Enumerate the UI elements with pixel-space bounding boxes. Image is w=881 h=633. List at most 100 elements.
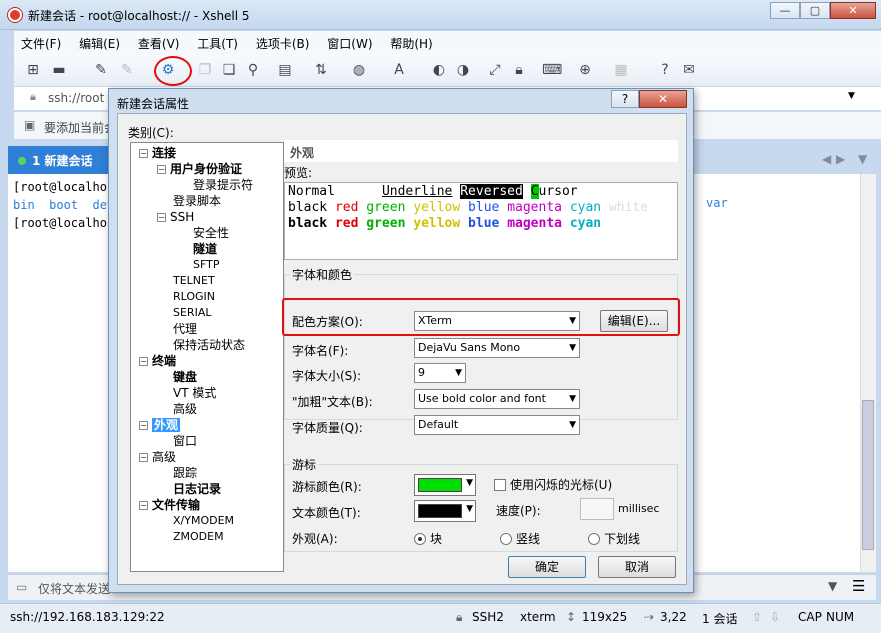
tree-keepalive[interactable]: 保持活动状态 [173,337,245,353]
keyboard-icon[interactable]: ⌨ [542,61,562,79]
collapse-icon[interactable]: − [157,165,166,174]
checkbox-box[interactable] [494,479,506,491]
menu-edit[interactable]: 编辑(E) [72,31,127,56]
category-tree[interactable]: − 连接 − 用户身份验证 登录提示符 登录脚本 − SSH 安全性 隧道 SFTP … [130,142,284,572]
cancel-button[interactable]: 取消 [598,556,676,578]
collapse-icon[interactable]: − [139,357,148,366]
tab-next-icon[interactable]: ▶ [836,152,845,166]
collapse-icon[interactable]: − [157,213,166,222]
tree-xymodem[interactable]: X/YMODEM [173,513,234,529]
tree-login-script[interactable]: 登录脚本 [173,193,221,209]
tab-session-1[interactable]: 1 新建会话 [8,146,108,174]
status-up-icon[interactable]: ⇧ [752,610,762,624]
minimize-button[interactable]: — [770,2,800,19]
tree-connection[interactable]: − 连接 [139,145,176,161]
tree-security[interactable]: 安全性 [193,225,229,241]
menu-tools[interactable]: 工具(T) [190,31,245,56]
collapse-icon[interactable]: − [139,149,148,158]
send-menu-icon[interactable]: ☰ [852,577,865,595]
shape-block-radio[interactable]: 块 [414,530,442,547]
dialog-help-button[interactable]: ? [611,90,639,108]
tree-sftp[interactable]: SFTP [193,257,219,273]
menu-window[interactable]: 窗口(W) [320,31,379,56]
menu-tabs[interactable]: 选项卡(B) [249,31,317,56]
shape-vline-radio[interactable]: 竖线 [500,530,540,547]
tree-trace[interactable]: 跟踪 [173,465,197,481]
tree-tunnel[interactable]: 隧道 [193,241,217,257]
tree-proxy[interactable]: 代理 [173,321,197,337]
transfer-icon[interactable]: ⇅ [312,61,330,79]
window-title: 新建会话 - root@localhost:// - Xshell 5 [28,9,250,23]
copy-icon[interactable]: ❐ [196,61,214,79]
find-icon[interactable]: ⚲ [244,61,262,79]
menu-file[interactable]: 文件(F) [14,31,68,56]
cursor-color-picker[interactable]: ▼ [414,474,476,496]
preview-cursor-rest: ursor [538,184,578,199]
collapse-icon[interactable]: − [139,453,148,462]
reconnect-icon[interactable]: ✎ [92,61,110,79]
ok-button[interactable]: 确定 [508,556,586,578]
menu-view[interactable]: 查看(V) [131,31,187,56]
text-color-picker[interactable]: ▼ [414,500,476,522]
bold-text-select[interactable]: Use bold color and font ▼ [414,389,580,409]
maximize-button[interactable]: ▢ [800,2,830,19]
xftp-icon[interactable]: ◐ [430,61,448,79]
new-tab-icon[interactable]: ⊕ [576,61,594,79]
blink-checkbox[interactable]: 使用闪烁的光标(U) [494,476,612,493]
print-icon[interactable]: ▤ [276,61,294,79]
new-session-icon[interactable]: ⊞ [24,61,42,79]
tree-advanced-terminal[interactable]: 高级 [173,401,197,417]
paste-icon[interactable]: ❏ [220,61,238,79]
xagent-icon[interactable]: ◑ [454,61,472,79]
tree-rlogin[interactable]: RLOGIN [173,289,215,305]
open-folder-icon[interactable]: ▬ [50,61,68,79]
tree-vt-mode[interactable]: VT 模式 [173,385,216,401]
tree-window[interactable]: 窗口 [173,433,197,449]
font-size-select[interactable]: 9 ▼ [414,363,466,383]
disconnect-icon[interactable]: ✎ [118,61,136,79]
close-button[interactable]: ✕ [830,2,876,19]
tree-zmodem[interactable]: ZMODEM [173,529,224,545]
tree-login-prompt[interactable]: 登录提示符 [193,177,253,193]
status-cap: CAP [798,610,822,624]
fullscreen-icon[interactable]: ⤢ [486,61,504,79]
collapse-icon[interactable]: − [139,421,148,430]
status-size: 119x25 [582,610,628,624]
chat-icon[interactable]: ✉ [680,61,698,79]
radio-unselected[interactable] [500,533,512,545]
tree-telnet[interactable]: TELNET [173,273,215,289]
tree-auth[interactable]: − 用户身份验证 [157,161,242,177]
status-term: xterm [520,610,556,624]
tree-terminal[interactable]: − 终端 [139,353,176,369]
font-name-select[interactable]: DejaVu Sans Mono ▼ [414,338,580,358]
tree-file-transfer[interactable]: − 文件传输 [139,497,200,513]
tab-menu-icon[interactable]: ▼ [858,152,867,166]
lock-small-icon: 🔒︎ [30,90,36,103]
terminal-scroll-thumb[interactable] [862,400,874,550]
tab-prev-icon[interactable]: ◀ [822,152,831,166]
font-quality-label: 字体质量(Q): [292,421,363,435]
tree-keyboard[interactable]: 键盘 [173,369,197,385]
status-down-icon[interactable]: ⇩ [770,610,780,624]
radio-unselected[interactable] [588,533,600,545]
globe-icon[interactable]: ◍ [350,61,368,79]
tree-ssh[interactable]: − SSH [157,209,194,225]
collapse-icon[interactable]: − [139,501,148,510]
help-icon[interactable]: ? [656,61,674,79]
address-dropdown-icon[interactable]: ▼ [848,91,855,101]
tree-logging[interactable]: 日志记录 [173,481,221,497]
menu-help[interactable]: 帮助(H) [383,31,439,56]
layout-icon[interactable]: ▦ [612,61,630,79]
dialog-close-button[interactable]: ✕ [639,90,687,108]
shape-underline-radio[interactable]: 下划线 [588,530,640,547]
radio-selected[interactable] [414,533,426,545]
tree-serial[interactable]: SERIAL [173,305,211,321]
speed-input[interactable] [580,498,614,520]
lock-icon[interactable]: 🔒︎ [510,61,528,79]
tree-appearance[interactable]: − 外观 [139,417,181,433]
font-quality-select[interactable]: Default ▼ [414,415,580,435]
preview-red: red [334,200,359,215]
send-dropdown-icon[interactable]: ▼ [828,579,837,593]
font-icon[interactable]: A [390,61,408,79]
tree-advanced[interactable]: − 高级 [139,449,176,465]
